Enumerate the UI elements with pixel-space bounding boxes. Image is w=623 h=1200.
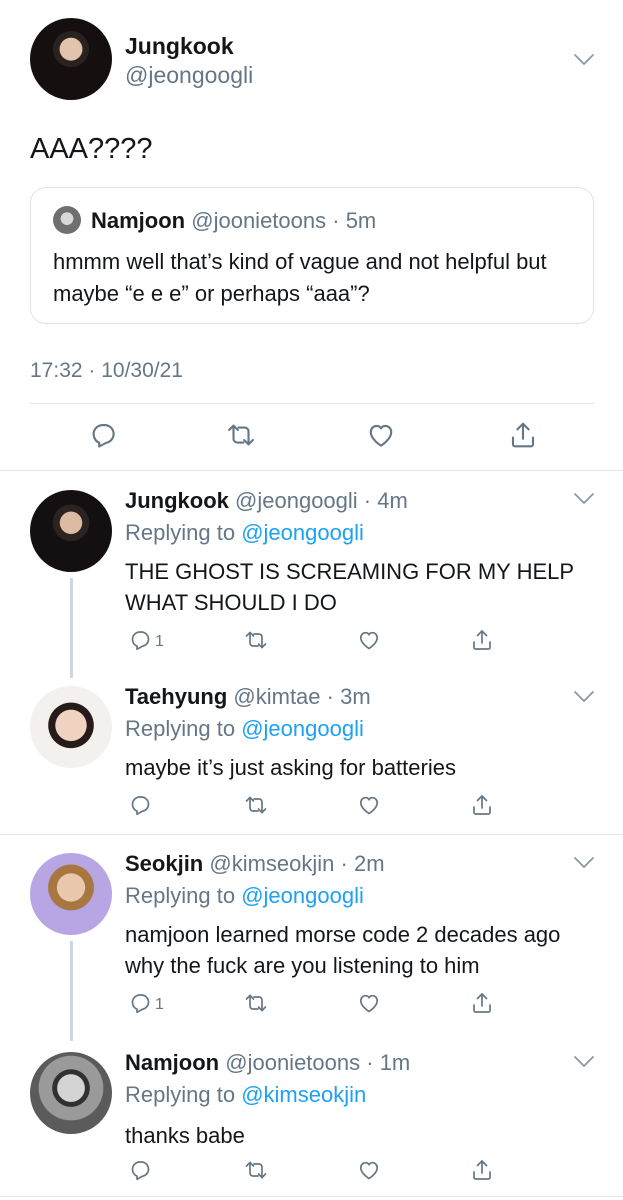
tweet-text: thanks babe bbox=[125, 1123, 245, 1148]
heart-icon[interactable] bbox=[357, 793, 381, 817]
tweet-time: 3m bbox=[340, 684, 371, 709]
quoted-tweet[interactable]: Namjoon @joonietoons · 5m hmmm well that… bbox=[30, 187, 594, 324]
reply-icon[interactable] bbox=[128, 1158, 152, 1182]
author-name[interactable]: Seokjin bbox=[125, 851, 203, 876]
avatar[interactable] bbox=[30, 853, 112, 935]
reply-header: Namjoon @joonietoons · 1m bbox=[125, 1050, 411, 1075]
tweet-text: THE GHOST IS SCREAMING FOR MY HELP WHAT … bbox=[125, 559, 574, 615]
author-handle[interactable]: @jeongoogli bbox=[125, 62, 253, 89]
retweet-icon[interactable] bbox=[244, 793, 268, 817]
quoted-author-name: Namjoon bbox=[91, 208, 186, 233]
reply-count: 1 bbox=[155, 996, 164, 1013]
replying-to-link[interactable]: @kimseokjin bbox=[241, 1082, 366, 1107]
avatar[interactable] bbox=[30, 490, 112, 572]
author-name[interactable]: Taehyung bbox=[125, 684, 227, 709]
reply-icon[interactable] bbox=[128, 991, 152, 1015]
divider bbox=[30, 403, 594, 404]
quoted-tweet-text: hmmm well that’s kind of vague and not h… bbox=[53, 249, 547, 306]
share-icon[interactable] bbox=[470, 991, 494, 1015]
retweet-icon[interactable] bbox=[226, 420, 256, 450]
chevron-down-icon[interactable] bbox=[573, 492, 595, 506]
tweet-timestamp[interactable]: 17:32 · 10/30/21 bbox=[30, 359, 183, 383]
divider bbox=[0, 1196, 623, 1197]
author-handle[interactable]: @kimseokjin bbox=[209, 851, 334, 876]
author-name[interactable]: Jungkook bbox=[125, 488, 229, 513]
thread-line bbox=[70, 578, 73, 678]
heart-icon[interactable] bbox=[357, 1158, 381, 1182]
replying-to-link[interactable]: @jeongoogli bbox=[241, 883, 364, 908]
tweet-time: 1m bbox=[379, 1050, 411, 1075]
reply-count: 1 bbox=[155, 633, 164, 650]
author-handle[interactable]: @jeongoogli bbox=[235, 488, 358, 513]
heart-icon[interactable] bbox=[357, 991, 381, 1015]
retweet-icon[interactable] bbox=[244, 628, 268, 652]
quoted-author-handle: @joonietoons bbox=[191, 208, 327, 233]
reply-icon[interactable] bbox=[128, 793, 152, 817]
reply-header: Taehyung @kimtae · 3m bbox=[125, 684, 371, 709]
reply-header: Seokjin @kimseokjin · 2m bbox=[125, 851, 385, 876]
avatar[interactable] bbox=[30, 1052, 112, 1134]
share-icon[interactable] bbox=[470, 793, 494, 817]
replying-to: Replying to @jeongoogli bbox=[125, 520, 364, 545]
divider bbox=[0, 470, 623, 471]
author-handle[interactable]: @kimtae bbox=[233, 684, 320, 709]
tweet-text: AAA???? bbox=[30, 133, 153, 165]
heart-icon[interactable] bbox=[366, 420, 396, 450]
avatar[interactable] bbox=[30, 18, 112, 100]
reply-icon[interactable] bbox=[88, 420, 118, 450]
share-icon[interactable] bbox=[470, 1158, 494, 1182]
retweet-icon[interactable] bbox=[244, 1158, 268, 1182]
author-name[interactable]: Namjoon bbox=[125, 1050, 219, 1075]
tweet-time: 2m bbox=[353, 851, 385, 876]
reply-header: Jungkook @jeongoogli · 4m bbox=[125, 488, 408, 513]
heart-icon[interactable] bbox=[357, 628, 381, 652]
replying-to: Replying to @jeongoogli bbox=[125, 883, 364, 908]
quoted-tweet-time: 5m bbox=[345, 208, 377, 233]
tweet-text: namjoon learned morse code 2 decades ago… bbox=[125, 922, 561, 978]
replying-to-link[interactable]: @jeongoogli bbox=[241, 520, 364, 545]
chevron-down-icon[interactable] bbox=[573, 1055, 595, 1069]
author-name[interactable]: Jungkook bbox=[125, 33, 234, 60]
tweet-time: 4m bbox=[377, 488, 408, 513]
avatar bbox=[53, 206, 81, 234]
thread-line bbox=[70, 941, 73, 1041]
replying-to: Replying to @jeongoogli bbox=[125, 716, 364, 741]
reply-icon[interactable] bbox=[128, 628, 152, 652]
avatar[interactable] bbox=[30, 686, 112, 768]
chevron-down-icon[interactable] bbox=[573, 690, 595, 704]
share-icon[interactable] bbox=[508, 420, 538, 450]
author-handle[interactable]: @joonietoons bbox=[225, 1050, 360, 1075]
tweet-text: maybe it’s just asking for batteries bbox=[125, 755, 456, 780]
divider bbox=[0, 834, 623, 835]
replying-to-link[interactable]: @jeongoogli bbox=[241, 716, 364, 741]
replying-to: Replying to @kimseokjin bbox=[125, 1082, 367, 1107]
quoted-tweet-header: Namjoon @joonietoons · 5m bbox=[91, 208, 377, 233]
retweet-icon[interactable] bbox=[244, 991, 268, 1015]
chevron-down-icon[interactable] bbox=[573, 53, 595, 67]
share-icon[interactable] bbox=[470, 628, 494, 652]
chevron-down-icon[interactable] bbox=[573, 856, 595, 870]
